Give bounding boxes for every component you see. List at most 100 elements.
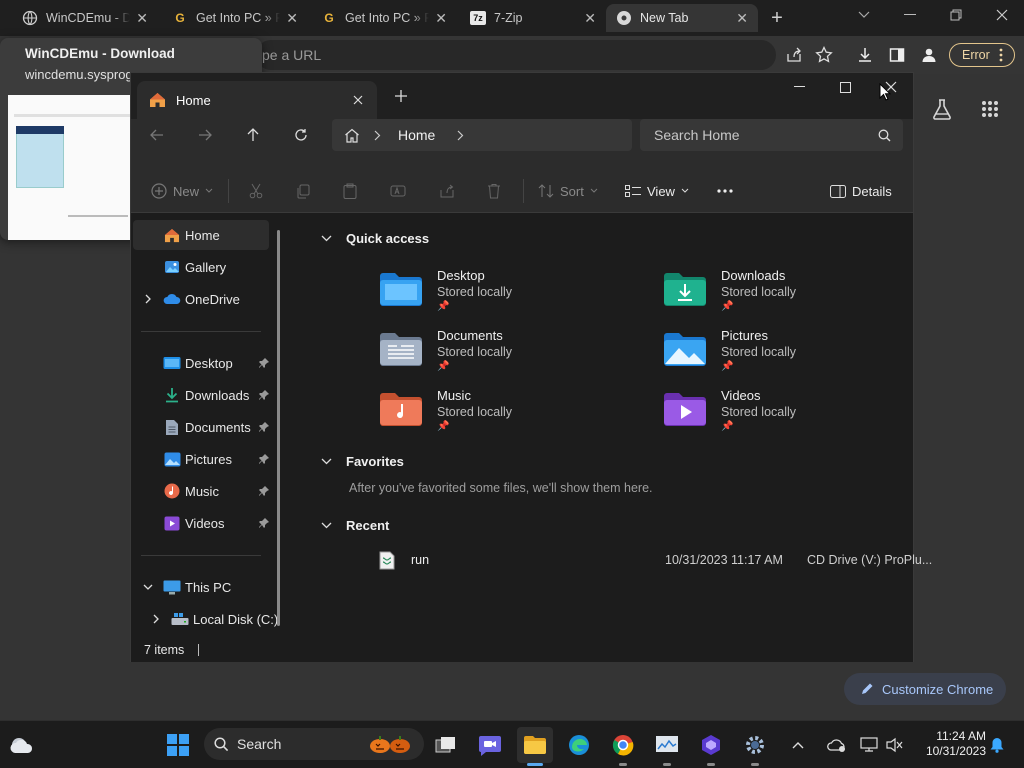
clock[interactable]: 11:24 AM 10/31/2023: [910, 729, 986, 759]
recent-file-row[interactable]: run 10/31/2023 11:17 AM CD Drive (V:) Pr…: [373, 544, 932, 576]
explorer-maximize-icon[interactable]: [831, 73, 859, 101]
tab-wincdemu[interactable]: WinCDEmu - Do ✕: [12, 4, 158, 32]
rename-icon[interactable]: [390, 169, 406, 213]
close-window-icon[interactable]: [988, 0, 1016, 30]
network-icon[interactable]: [856, 727, 882, 763]
weather-widget-icon[interactable]: [4, 727, 40, 763]
cut-icon[interactable]: [249, 169, 263, 213]
settings-gear-icon[interactable]: [737, 727, 773, 766]
quick-access-header[interactable]: Quick access: [321, 231, 429, 246]
google-apps-grid-icon[interactable]: [976, 95, 1004, 123]
bookmark-star-icon[interactable]: [810, 41, 838, 69]
quick-access-item[interactable]: Documents Stored locally 📌: [379, 328, 639, 384]
favorites-header[interactable]: Favorites: [321, 454, 404, 469]
share-icon[interactable]: [780, 41, 808, 69]
pin-icon[interactable]: [259, 358, 269, 368]
close-tab-icon[interactable]: ✕: [736, 10, 748, 27]
tab-getintopc-1[interactable]: G Get Into PC » Pl ✕: [162, 4, 308, 32]
view-button[interactable]: View: [625, 169, 689, 213]
taskbar-search-box[interactable]: Search: [204, 728, 424, 760]
teams-chat-icon[interactable]: [472, 727, 508, 763]
close-tab-icon[interactable]: ✕: [286, 10, 298, 27]
up-arrow-icon[interactable]: [239, 121, 267, 149]
details-button[interactable]: Details: [830, 169, 892, 213]
tab-search-chevron-icon[interactable]: [850, 0, 878, 30]
breadcrumb-home[interactable]: Home: [398, 127, 435, 143]
notification-bell-icon[interactable]: [984, 727, 1010, 763]
expand-chevron-icon[interactable]: [153, 614, 159, 624]
quick-access-item[interactable]: Pictures Stored locally 📌: [663, 328, 923, 384]
new-explorer-tab-button[interactable]: [387, 82, 415, 110]
omnibox-input[interactable]: pe a URL: [256, 40, 776, 70]
pin-icon[interactable]: [259, 390, 269, 400]
sidebar-item-music[interactable]: Music: [133, 476, 269, 506]
volume-muted-icon[interactable]: [882, 727, 908, 763]
side-panel-icon[interactable]: [883, 41, 911, 69]
sidebar-item-onedrive[interactable]: OneDrive: [133, 284, 269, 314]
expand-chevron-icon[interactable]: [145, 294, 151, 304]
delete-icon[interactable]: [487, 169, 501, 213]
start-windows-icon[interactable]: [160, 727, 196, 763]
new-button[interactable]: New: [151, 169, 213, 213]
monitor-app-icon[interactable]: [649, 727, 685, 766]
back-arrow-icon[interactable]: [143, 121, 171, 149]
close-tab-icon[interactable]: ✕: [136, 10, 148, 27]
sidebar-item-home[interactable]: Home: [133, 220, 269, 250]
new-tab-button[interactable]: +: [763, 4, 791, 32]
pin-icon: 📌: [721, 301, 734, 312]
paste-icon[interactable]: [343, 169, 357, 213]
chrome-taskbar-icon[interactable]: [605, 727, 641, 766]
task-view-icon[interactable]: [428, 727, 464, 763]
edge-icon[interactable]: [561, 727, 597, 763]
close-explorer-tab-icon[interactable]: [353, 95, 363, 105]
customize-chrome-button[interactable]: Customize Chrome: [844, 673, 1006, 705]
pin-icon[interactable]: [259, 454, 269, 464]
sidebar-scrollbar[interactable]: [277, 230, 280, 626]
copy-icon[interactable]: [296, 169, 310, 213]
sidebar-item-downloads[interactable]: Downloads: [133, 380, 269, 410]
restore-icon[interactable]: [942, 0, 970, 30]
forward-arrow-icon[interactable]: [191, 121, 219, 149]
sidebar-item-documents[interactable]: Documents: [133, 412, 269, 442]
refresh-icon[interactable]: [287, 121, 315, 149]
collapse-chevron-icon[interactable]: [143, 584, 153, 590]
share-file-icon[interactable]: [439, 169, 455, 213]
quick-access-item[interactable]: Music Stored locally 📌: [379, 388, 639, 444]
sidebar-item-local-disk[interactable]: Local Disk (C:): [133, 604, 283, 634]
item-status: Stored locally: [721, 345, 797, 359]
search-home-input[interactable]: Search Home: [640, 119, 903, 151]
sidebar-item-pictures[interactable]: Pictures: [133, 444, 269, 474]
explorer-minimize-icon[interactable]: [785, 73, 813, 101]
close-tab-icon[interactable]: ✕: [435, 10, 447, 27]
tab-getintopc-2[interactable]: G Get Into PC » Pl ✕: [311, 4, 457, 32]
quick-access-item[interactable]: Videos Stored locally 📌: [663, 388, 923, 444]
onedrive-tray-icon[interactable]: [822, 727, 852, 763]
file-explorer-taskbar-icon[interactable]: [517, 727, 553, 766]
sort-button[interactable]: Sort: [538, 169, 598, 213]
more-options-icon[interactable]: [717, 169, 733, 213]
sidebar-item-gallery[interactable]: Gallery: [133, 252, 269, 282]
sidebar-item-desktop[interactable]: Desktop: [133, 348, 269, 378]
tab-new-tab[interactable]: New Tab ✕: [606, 4, 758, 32]
pin-icon[interactable]: [259, 486, 269, 496]
pin-icon[interactable]: [259, 518, 269, 528]
tab-7zip[interactable]: 7z 7-Zip ✕: [460, 4, 606, 32]
recent-header[interactable]: Recent: [321, 518, 389, 533]
explorer-tab-home[interactable]: Home: [137, 81, 377, 119]
pin-icon[interactable]: [259, 422, 269, 432]
show-hidden-icons-chevron-icon[interactable]: [787, 727, 809, 763]
quick-access-item[interactable]: Desktop Stored locally 📌: [379, 268, 639, 324]
close-tab-icon[interactable]: ✕: [584, 10, 596, 27]
profile-icon[interactable]: [915, 41, 943, 69]
profile-error-button[interactable]: Error: [949, 43, 1015, 67]
labs-flask-icon[interactable]: [928, 95, 956, 123]
breadcrumb-chevron-icon[interactable]: [457, 130, 464, 141]
visual-studio-icon[interactable]: [693, 727, 729, 766]
minimize-icon[interactable]: [896, 0, 924, 30]
download-icon[interactable]: [851, 41, 879, 69]
address-bar[interactable]: Home: [332, 119, 632, 151]
sidebar-item-videos[interactable]: Videos: [133, 508, 269, 538]
recent-file-location: CD Drive (V:) ProPlu...: [807, 553, 933, 567]
quick-access-item[interactable]: Downloads Stored locally 📌: [663, 268, 923, 324]
sidebar-item-this-pc[interactable]: This PC: [133, 572, 269, 602]
